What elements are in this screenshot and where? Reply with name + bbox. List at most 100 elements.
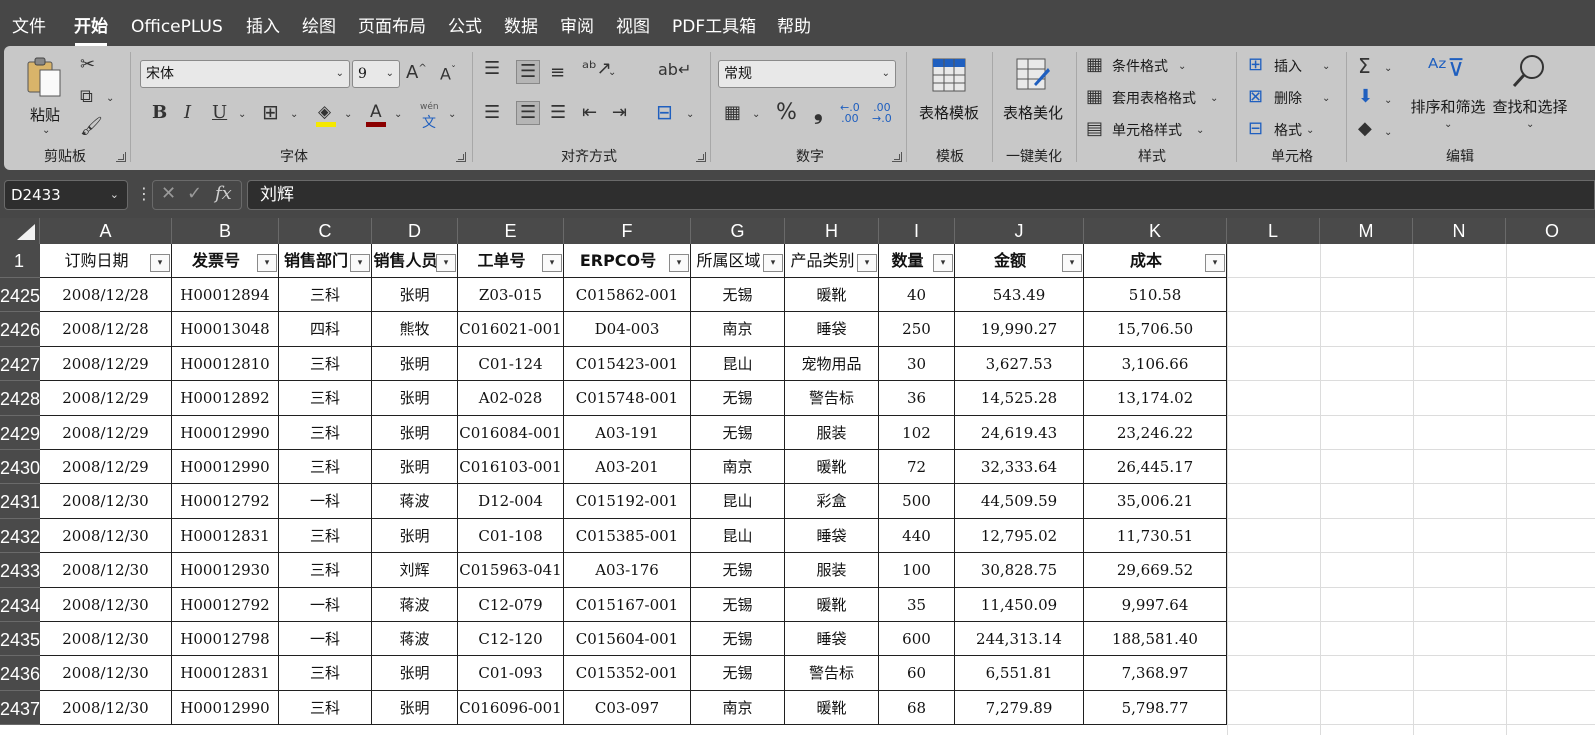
align-middle-icon[interactable]: ☰ (516, 60, 541, 84)
table-cell[interactable]: C015352-001 (564, 656, 691, 691)
decrease-decimal-icon[interactable]: .00 →.0 (872, 102, 892, 124)
filter-dropdown-icon[interactable]: ▾ (1205, 254, 1225, 272)
row-header[interactable]: 2434 (0, 587, 40, 622)
table-cell[interactable]: H00012930 (172, 553, 279, 588)
row-header[interactable]: 2425 (0, 278, 40, 313)
table-cell[interactable]: H00012810 (172, 346, 279, 382)
table-cell[interactable]: 2008/12/30 (40, 656, 172, 691)
table-cell[interactable]: 2008/12/30 (40, 484, 172, 519)
table-cell[interactable]: 2008/12/30 (40, 518, 172, 554)
table-cell[interactable]: 三科 (279, 415, 372, 450)
table-cell[interactable]: 暖靴 (785, 690, 879, 726)
table-cell[interactable]: H00012990 (172, 690, 279, 726)
table-cell[interactable]: 一科 (279, 587, 372, 622)
column-header-n[interactable]: N (1413, 218, 1506, 244)
table-cell[interactable]: 600 (879, 622, 955, 657)
table-cell[interactable]: 7,368.97 (1084, 656, 1227, 691)
select-all-button[interactable] (0, 218, 40, 244)
tab-insert[interactable]: 插入 (246, 0, 280, 46)
table-cell[interactable]: 无锡 (691, 622, 785, 657)
table-cell[interactable]: 60 (879, 656, 955, 691)
number-format-select[interactable]: 常规 ⌄ (718, 60, 896, 88)
table-cell[interactable]: 188,581.40 (1084, 622, 1227, 657)
table-cell[interactable]: 三科 (279, 690, 372, 726)
table-cell[interactable]: 30 (879, 346, 955, 382)
font-color-icon[interactable]: A (366, 102, 388, 128)
cancel-icon[interactable]: ✕ (161, 183, 176, 204)
percent-icon[interactable]: % (776, 102, 797, 124)
column-header-o[interactable]: O (1506, 218, 1595, 244)
increase-font-icon[interactable]: A^ (406, 64, 427, 82)
paste-button[interactable]: 粘贴 ⌄ (22, 54, 66, 136)
insert-function-icon[interactable]: fx (215, 183, 232, 204)
filter-dropdown-icon[interactable]: ▾ (542, 254, 562, 272)
table-cell[interactable]: 2008/12/30 (40, 587, 172, 622)
filter-dropdown-icon[interactable]: ▾ (763, 254, 783, 272)
column-header-e[interactable]: E (458, 218, 564, 244)
table-cell[interactable]: 昆山 (691, 518, 785, 554)
cell-styles-button[interactable]: ▤ 单元格样式 ⌄ (1086, 118, 1226, 142)
table-cell[interactable]: 11,450.09 (955, 587, 1084, 622)
comma-icon[interactable]: ❟ (814, 102, 823, 124)
table-cell[interactable]: C015423-001 (564, 346, 691, 382)
format-cells-button[interactable]: ⊟ 格式 ⌄ (1248, 118, 1338, 142)
row-header[interactable]: 2431 (0, 484, 40, 519)
table-cell[interactable]: H00012792 (172, 587, 279, 622)
confirm-icon[interactable]: ✓ (187, 183, 202, 204)
table-cell[interactable]: 29,669.52 (1084, 553, 1227, 588)
table-cell[interactable]: D12-004 (458, 484, 564, 519)
chevron-down-icon[interactable]: ⌄ (238, 110, 246, 120)
insert-cells-button[interactable]: ⊞ 插入 ⌄ (1248, 54, 1338, 78)
table-cell[interactable]: C015862-001 (564, 278, 691, 313)
tab-file[interactable]: 文件 (12, 0, 46, 46)
table-cell[interactable]: H00012990 (172, 415, 279, 450)
table-cell[interactable]: 2008/12/29 (40, 381, 172, 416)
chevron-down-icon[interactable]: ⌄ (1384, 64, 1392, 74)
table-cell[interactable]: 32,333.64 (955, 450, 1084, 485)
table-cell[interactable]: 68 (879, 690, 955, 726)
currency-icon[interactable]: ▦ (724, 104, 741, 122)
border-icon[interactable]: ⊞ (262, 102, 279, 122)
table-cell[interactable]: 23,246.22 (1084, 415, 1227, 450)
tab-review[interactable]: 审阅 (560, 0, 594, 46)
table-cell[interactable]: 服装 (785, 415, 879, 450)
table-cell[interactable]: 无锡 (691, 415, 785, 450)
formula-input[interactable]: 刘辉 (247, 180, 1595, 210)
table-cell[interactable]: 7,279.89 (955, 690, 1084, 726)
merge-center-icon[interactable]: ⊟ (656, 102, 673, 122)
table-cell[interactable]: 张明 (372, 450, 458, 485)
table-cell[interactable]: 13,174.02 (1084, 381, 1227, 416)
chevron-down-icon[interactable]: ⌄ (1384, 96, 1392, 106)
table-cell[interactable]: 一科 (279, 484, 372, 519)
tab-pdf-toolbox[interactable]: PDF工具箱 (672, 0, 756, 46)
table-cell[interactable]: 暖靴 (785, 587, 879, 622)
table-cell[interactable]: C016021-001 (458, 312, 564, 347)
table-cell[interactable]: H00012831 (172, 656, 279, 691)
table-cell[interactable]: 三科 (279, 381, 372, 416)
column-header-c[interactable]: C (279, 218, 372, 244)
table-cell[interactable]: 15,706.50 (1084, 312, 1227, 347)
row-header[interactable]: 2430 (0, 450, 40, 485)
table-cell[interactable]: 35,006.21 (1084, 484, 1227, 519)
table-cell[interactable]: 无锡 (691, 656, 785, 691)
align-left-icon[interactable]: ☰ (484, 104, 500, 122)
column-header-g[interactable]: G (691, 218, 785, 244)
table-cell[interactable]: C015192-001 (564, 484, 691, 519)
table-cell[interactable]: 2008/12/28 (40, 312, 172, 347)
table-cell[interactable]: C015385-001 (564, 518, 691, 554)
table-cell[interactable]: 12,795.02 (955, 518, 1084, 554)
column-header-j[interactable]: J (955, 218, 1084, 244)
table-cell[interactable]: 张明 (372, 690, 458, 726)
table-cell[interactable]: 2008/12/30 (40, 553, 172, 588)
chevron-down-icon[interactable]: ⌄ (448, 110, 456, 120)
table-cell[interactable]: C03-097 (564, 690, 691, 726)
font-launcher-icon[interactable] (456, 152, 466, 162)
conditional-format-button[interactable]: ▦ 条件格式 ⌄ (1086, 54, 1226, 78)
copy-icon[interactable]: ⧉ (80, 88, 93, 106)
table-cell[interactable]: 张明 (372, 381, 458, 416)
row-header[interactable]: 2429 (0, 415, 40, 450)
tab-formulas[interactable]: 公式 (448, 0, 482, 46)
table-cell[interactable]: 14,525.28 (955, 381, 1084, 416)
decrease-indent-icon[interactable]: ⇤ (582, 104, 597, 122)
align-bottom-icon[interactable]: ≡ (550, 64, 565, 82)
